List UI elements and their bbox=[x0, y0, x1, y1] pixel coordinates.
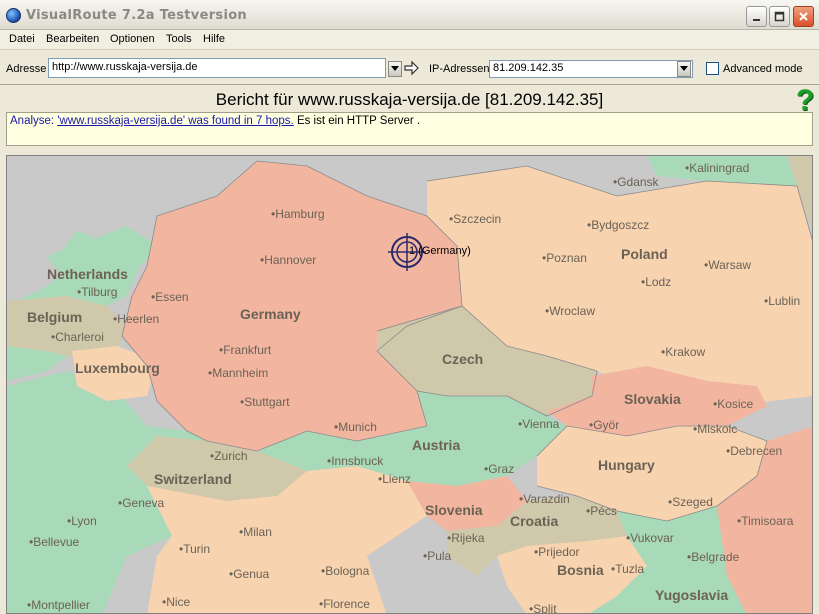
minimize-icon bbox=[753, 19, 760, 21]
city-label: •Warsaw bbox=[704, 258, 752, 272]
app-globe-icon[interactable] bbox=[6, 8, 21, 23]
city-label: •Pécs bbox=[586, 504, 617, 518]
city-label: •Lublin bbox=[764, 294, 801, 308]
city-label: •Nice bbox=[162, 595, 191, 609]
city-label: •Kosice bbox=[713, 397, 754, 411]
city-label: •Lyon bbox=[67, 514, 97, 528]
city-label: •Essen bbox=[151, 290, 189, 304]
menu-optionen[interactable]: Optionen bbox=[110, 33, 155, 45]
menu-bearbeiten[interactable]: Bearbeiten bbox=[46, 33, 99, 45]
city-label: •Wroclaw bbox=[545, 304, 595, 318]
address-dropdown-button[interactable] bbox=[388, 61, 402, 77]
city-label: •Vienna bbox=[518, 417, 560, 431]
city-label: •Tuzla bbox=[611, 562, 645, 576]
country-label: Bosnia bbox=[557, 562, 604, 578]
city-label: •Frankfurt bbox=[219, 343, 272, 357]
country-label: Slovenia bbox=[425, 502, 483, 518]
country-label: Netherlands bbox=[47, 266, 128, 282]
close-button[interactable] bbox=[793, 6, 814, 27]
hop-label[interactable]: 1 (Germany) bbox=[409, 245, 471, 257]
city-label: •Györ bbox=[589, 418, 620, 432]
country-label: Austria bbox=[412, 437, 461, 453]
country-label: Croatia bbox=[510, 513, 559, 529]
city-label: •Varazdin bbox=[519, 492, 570, 506]
analysis-prefix: Analyse: bbox=[10, 115, 55, 127]
maximize-button[interactable] bbox=[769, 6, 790, 27]
city-label: •Charleroi bbox=[51, 330, 104, 344]
report-title: Bericht für www.russkaja-versija.de [81.… bbox=[215, 90, 604, 109]
ip-label: IP-Adressen bbox=[429, 63, 490, 75]
address-label: Adresse bbox=[6, 63, 47, 75]
title-bar: VisualRoute 7.2a Testversion bbox=[0, 0, 819, 30]
city-label: •Lienz bbox=[378, 472, 411, 486]
country-label: Slovakia bbox=[624, 391, 681, 407]
route-map[interactable]: 1 (Germany) Netherlands Belgium Luxembou… bbox=[6, 155, 813, 614]
country-label: Hungary bbox=[598, 457, 655, 473]
advanced-mode-label[interactable]: Advanced mode bbox=[723, 63, 803, 75]
country-label: Belgium bbox=[27, 309, 83, 325]
menu-datei[interactable]: Datei bbox=[9, 33, 35, 45]
city-label: •Zurich bbox=[210, 449, 248, 463]
city-label: •Vukovar bbox=[626, 531, 674, 545]
close-icon bbox=[799, 12, 808, 21]
country-label: Luxembourg bbox=[75, 360, 160, 376]
menu-bar: Datei Bearbeiten Optionen Tools Hilfe bbox=[0, 30, 819, 50]
city-label: •Milan bbox=[239, 525, 272, 539]
city-label: •Gdansk bbox=[613, 175, 659, 189]
country-label: Czech bbox=[442, 351, 484, 367]
window-title: VisualRoute 7.2a Testversion bbox=[26, 8, 247, 23]
analysis-link[interactable]: 'www.russkaja-versija.de' was found in 7… bbox=[57, 115, 293, 127]
address-input[interactable]: http://www.russkaja-versija.de bbox=[48, 58, 386, 78]
address-toolbar: Adresse http://www.russkaja-versija.de I… bbox=[0, 51, 819, 85]
city-label: •Montpellier bbox=[27, 598, 90, 612]
city-label: •Belgrade bbox=[687, 550, 740, 564]
city-label: •Bologna bbox=[321, 564, 370, 578]
city-label: •Heerlen bbox=[113, 312, 160, 326]
city-label: •Geneva bbox=[118, 496, 165, 510]
chevron-down-icon bbox=[680, 66, 688, 71]
go-arrow-icon[interactable] bbox=[403, 60, 419, 76]
city-label: •Pula bbox=[423, 549, 452, 563]
country-label: Switzerland bbox=[154, 471, 232, 487]
city-label: •Stuttgart bbox=[240, 395, 290, 409]
city-label: •Rijeka bbox=[447, 531, 485, 545]
city-label: •Kaliningrad bbox=[685, 161, 750, 175]
city-label: •Graz bbox=[484, 462, 515, 476]
city-label: •Timisoara bbox=[737, 514, 794, 528]
country-label: Yugoslavia bbox=[655, 587, 729, 603]
city-label: •Lodz bbox=[641, 275, 672, 289]
city-label: •Genua bbox=[229, 567, 270, 581]
city-label: •Debrecen bbox=[726, 444, 783, 458]
city-label: •Szczecin bbox=[449, 212, 502, 226]
city-label: •Szeged bbox=[668, 495, 713, 509]
analysis-suffix: Es ist ein HTTP Server . bbox=[296, 115, 421, 127]
city-label: •Bydgoszcz bbox=[587, 218, 650, 232]
country-label: Poland bbox=[621, 246, 668, 262]
analysis-panel: Analyse: 'www.russkaja-versija.de' was f… bbox=[6, 112, 813, 146]
maximize-icon bbox=[774, 11, 785, 22]
city-label: •Bellevue bbox=[29, 535, 80, 549]
city-label: •Miskolc bbox=[693, 422, 738, 436]
ip-select[interactable]: 81.209.142.35 bbox=[489, 60, 693, 78]
country-label: Germany bbox=[240, 306, 301, 322]
city-label: •Innsbruck bbox=[327, 454, 384, 468]
city-label: •Poznan bbox=[542, 251, 587, 265]
menu-tools[interactable]: Tools bbox=[166, 33, 192, 45]
city-label: •Krakow bbox=[661, 345, 706, 359]
city-label: •Split bbox=[529, 602, 557, 614]
city-label: •Mannheim bbox=[208, 366, 269, 380]
city-label: •Florence bbox=[319, 597, 370, 611]
city-label: •Hamburg bbox=[271, 207, 325, 221]
city-label: •Tilburg bbox=[77, 285, 118, 299]
city-label: •Hannover bbox=[260, 253, 317, 267]
city-label: •Turin bbox=[179, 542, 211, 556]
menu-hilfe[interactable]: Hilfe bbox=[203, 33, 225, 45]
city-label: •Prijedor bbox=[534, 545, 580, 559]
ip-dropdown-button[interactable] bbox=[677, 61, 691, 77]
map-canvas bbox=[7, 156, 812, 613]
city-label: •Munich bbox=[334, 420, 377, 434]
advanced-mode-checkbox[interactable] bbox=[706, 62, 719, 75]
minimize-button[interactable] bbox=[746, 6, 767, 27]
chevron-down-icon bbox=[391, 66, 399, 71]
